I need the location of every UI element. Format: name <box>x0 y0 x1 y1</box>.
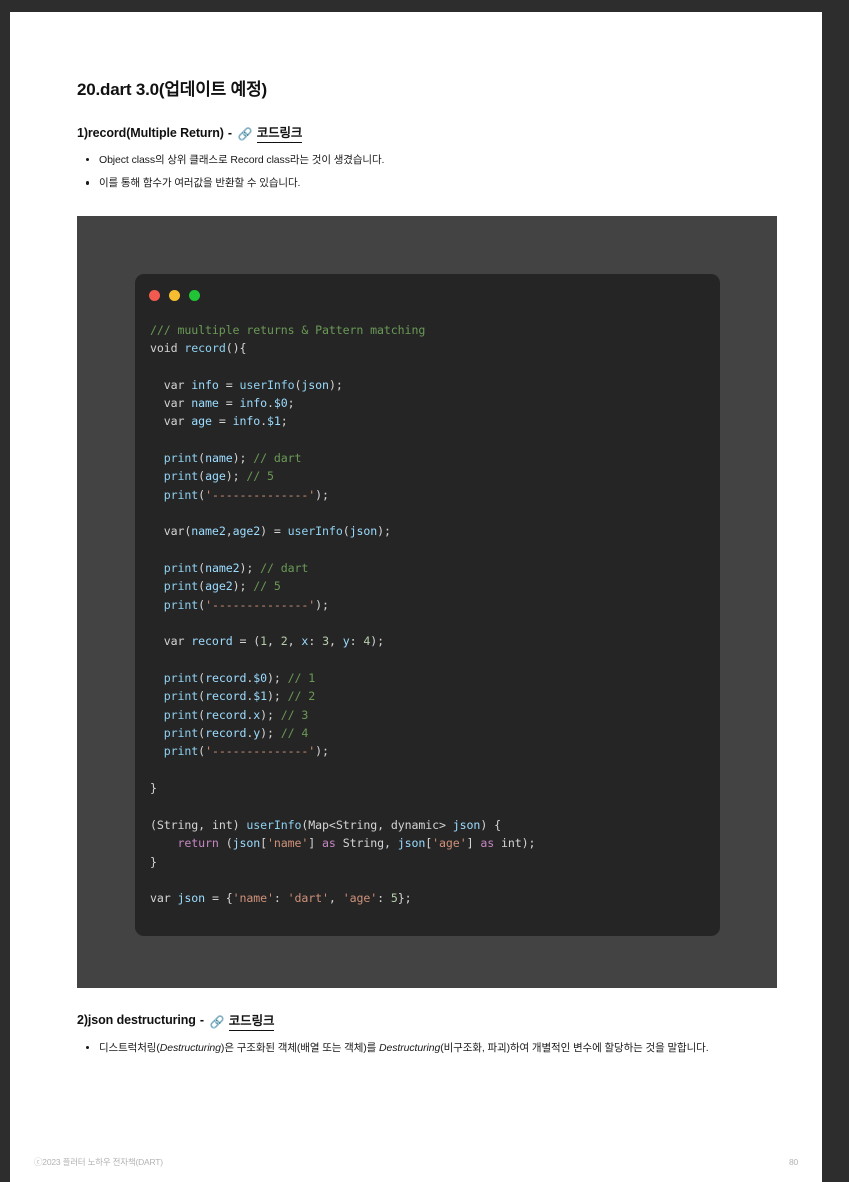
section-2-dash: - <box>199 1013 204 1028</box>
page-content: 20.dart 3.0(업데이트 예정) 1)record(Multiple R… <box>77 75 777 1063</box>
bullet-text-emphasis: Destructuring <box>159 1041 221 1054</box>
bullet-text-part: 디스트럭처링( <box>99 1041 160 1054</box>
section-1-bullet-list: Object class의 상위 클래스로 Record class라는 것이 … <box>77 152 777 192</box>
code-block: /// muultiple returns & Pattern matching… <box>150 322 536 906</box>
section-2-bullet-list: 디스트럭처링(Destructuring)은 구조화된 객체(배열 또는 객체)… <box>77 1040 777 1056</box>
link-icon: 🔗 <box>209 1014 225 1029</box>
section-2-heading-text: 2)json destructuring <box>77 1013 196 1028</box>
code-window: /// muultiple returns & Pattern matching… <box>135 273 720 936</box>
code-screenshot-backdrop: /// muultiple returns & Pattern matching… <box>77 215 777 988</box>
section-1-code-link[interactable]: 🔗 코드링크 <box>238 122 302 143</box>
list-item: Object class의 상위 클래스로 Record class라는 것이 … <box>86 152 777 168</box>
page-number: 80 <box>788 1157 798 1167</box>
bullet-text-part: )은 구조화된 객체(배열 또는 객체)를 <box>220 1041 380 1054</box>
bullet-text-part: (비구조화, 파괴)하여 개별적인 변수에 할당하는 것을 말합니다. <box>440 1041 709 1054</box>
footer-copyright: ⓒ2023 플러터 노하우 전자책(DART) <box>34 1157 163 1167</box>
section-2-code-link-label: 코드링크 <box>228 1010 274 1031</box>
section-1-dash: - <box>227 125 232 140</box>
close-dot-icon[interactable] <box>149 289 160 301</box>
list-item: 디스트럭처링(Destructuring)은 구조화된 객체(배열 또는 객체)… <box>86 1040 777 1056</box>
list-item: 이를 통해 함수가 여러값을 반환할 수 있습니다. <box>86 175 777 191</box>
document-page: 20.dart 3.0(업데이트 예정) 1)record(Multiple R… <box>10 12 822 1182</box>
section-1-heading: 1)record(Multiple Return) - 🔗 코드링크 <box>77 122 777 143</box>
bullet-text-emphasis: Destructuring <box>379 1041 441 1054</box>
page-title: 20.dart 3.0(업데이트 예정) <box>77 80 267 99</box>
page-footer: ⓒ2023 플러터 노하우 전자책(DART) 80 <box>34 1152 798 1172</box>
section-1-heading-text: 1)record(Multiple Return) <box>77 125 224 140</box>
section-1-code-link-label: 코드링크 <box>256 122 302 143</box>
link-icon: 🔗 <box>237 127 253 141</box>
minimize-dot-icon[interactable] <box>169 289 180 301</box>
window-traffic-lights <box>149 289 200 301</box>
maximize-dot-icon[interactable] <box>189 289 200 301</box>
page-frame: 20.dart 3.0(업데이트 예정) 1)record(Multiple R… <box>0 0 849 1182</box>
section-2-code-link[interactable]: 🔗 코드링크 <box>210 1010 274 1031</box>
section-2-heading: 2)json destructuring - 🔗 코드링크 <box>77 1010 777 1031</box>
